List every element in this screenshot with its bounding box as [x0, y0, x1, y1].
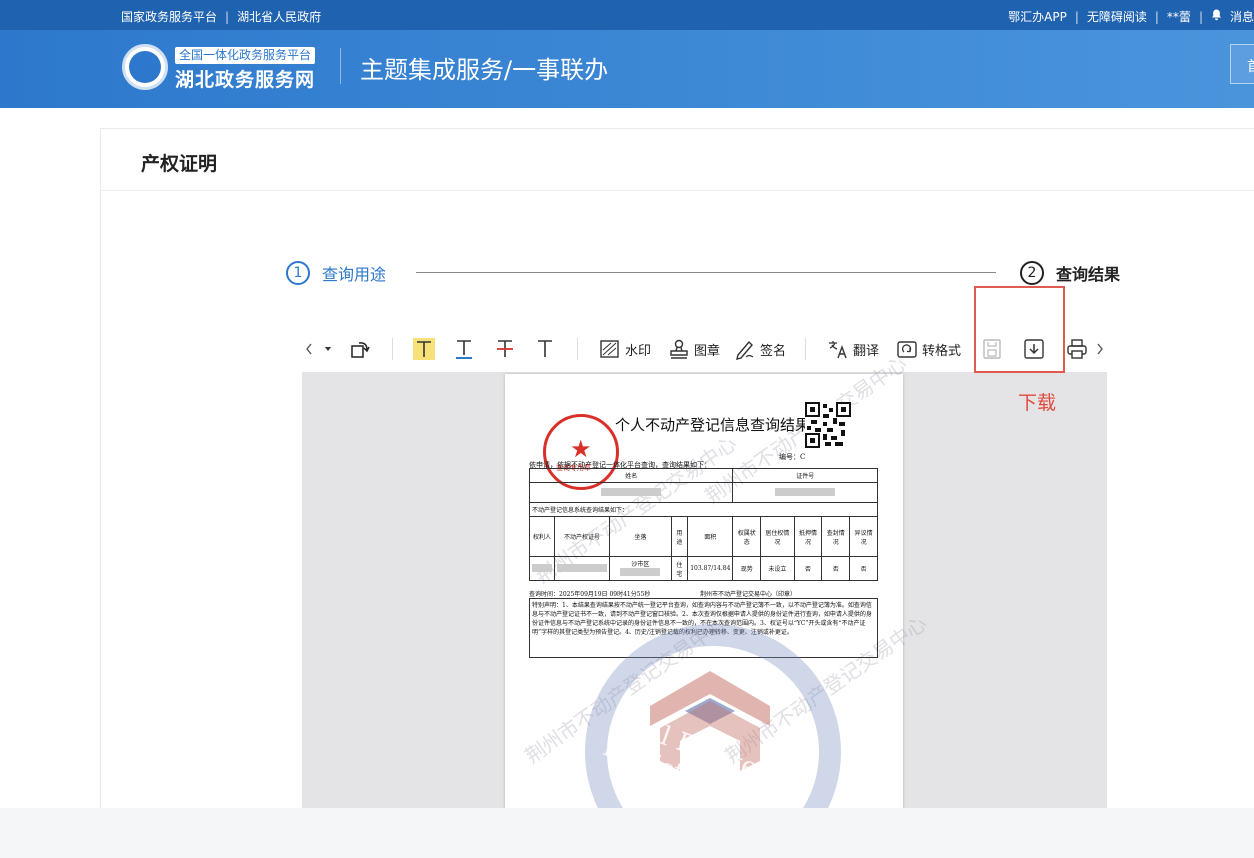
step-label: 查询结果: [1056, 265, 1121, 284]
name-cell: [528, 482, 734, 503]
chevron-left-icon[interactable]: [304, 336, 314, 362]
convert-label: 转格式: [922, 343, 962, 359]
step-number: 2: [1020, 261, 1044, 285]
rotate-icon[interactable]: [349, 336, 371, 362]
stamp-label: 图章: [694, 343, 721, 359]
issuing-center: 荆州市不动产登记交易中心（印章）: [700, 591, 797, 598]
table-header: 居住权情况: [760, 516, 795, 557]
download-annotation-label: 下载: [1018, 392, 1057, 414]
download-highlight-box: [974, 286, 1065, 373]
table-cell: 住宅: [670, 556, 689, 581]
watermark-label: 水印: [625, 343, 652, 359]
section-label: 不动产登记信息系统查询结果如下：: [529, 502, 878, 517]
table-cell: 103.87/14.84: [687, 556, 734, 581]
step-number: 1: [286, 261, 310, 285]
toolbar-separator: [577, 338, 578, 360]
stamp-button[interactable]: 图章: [668, 336, 720, 362]
emblem-icon: [129, 51, 161, 83]
site-header: 全国一体化政务服务平台 湖北政务服务网 主题集成服务/一事联办 首: [0, 30, 1254, 108]
table-cell: [554, 556, 610, 581]
document-title: 个人不动产登记信息查询结果: [615, 416, 811, 434]
header-right-button[interactable]: 首: [1230, 44, 1254, 84]
translate-button[interactable]: 翻译: [827, 336, 879, 362]
caret-down-icon[interactable]: [324, 336, 332, 362]
print-icon[interactable]: [1066, 336, 1088, 362]
star-icon: ★: [570, 435, 592, 463]
table-cell: 否: [849, 556, 878, 581]
underline-text-icon[interactable]: [453, 336, 475, 362]
location-text: 沙市区: [631, 561, 650, 568]
site-logo-emblem[interactable]: [122, 44, 168, 90]
redacted-block: [775, 487, 836, 496]
sign-label: 签名: [760, 343, 787, 359]
translate-icon: [829, 341, 847, 359]
pen-icon: [736, 340, 754, 360]
link-ehuiban-app[interactable]: 鄂汇办APP: [1008, 8, 1067, 25]
bell-icon[interactable]: [1211, 9, 1222, 24]
redacted-block: [532, 563, 552, 572]
table-cell: 否: [793, 556, 823, 581]
table-cell: 沙市区: [609, 556, 672, 581]
redacted-block: [601, 487, 662, 496]
qr-code-icon: [805, 402, 851, 448]
toolbar-separator: [805, 338, 806, 360]
table-cell: 现势: [732, 556, 762, 581]
logo-title[interactable]: 湖北政务服务网: [175, 65, 315, 92]
table-header: 不动产权证号: [554, 516, 610, 557]
separator: |: [1074, 9, 1079, 24]
highlight-text-icon[interactable]: [412, 336, 436, 362]
header-name: 姓名: [528, 468, 734, 483]
messages-link[interactable]: 消息: [1230, 8, 1254, 25]
header-divider: [340, 48, 341, 84]
id-cell: [732, 482, 878, 503]
page-heading: 主题集成服务/一事联办: [360, 56, 609, 84]
separator: |: [225, 9, 230, 24]
card-title: 产权证明: [141, 153, 218, 175]
link-national-platform[interactable]: 国家政务服务平台: [121, 8, 217, 25]
table-header: 面积: [687, 516, 734, 557]
top-bar: 国家政务服务平台 | 湖北省人民政府 鄂汇办APP | 无障碍阅读 | **蕾 …: [0, 0, 1254, 30]
step-query-purpose[interactable]: 1 查询用途: [286, 261, 386, 285]
stamp-icon: [670, 339, 688, 359]
link-hubei-government[interactable]: 湖北省人民政府: [237, 8, 321, 25]
document-page: 荆州市不动产登记交易中心 荆州市不动产登记交易中心 荆州市不动产登记交易中心 荆…: [505, 351, 931, 808]
text-tool-icon[interactable]: [534, 336, 556, 362]
step-label: 查询用途: [322, 265, 387, 284]
divider: [101, 190, 1254, 191]
document-number: 编号：C: [779, 453, 806, 461]
table-header: 权属状态: [732, 516, 762, 557]
query-time: 查询时间：2025年09月19日 09时41分55秒: [529, 591, 651, 598]
result-table: 姓名 证件号 不动产登记信息系统查询结果如下： 权利人 不动产权证号 坐落 用途…: [528, 468, 878, 581]
separator: |: [1198, 9, 1203, 24]
step-query-result[interactable]: 2 查询结果: [1020, 261, 1120, 285]
pdf-viewer: 水印 图章 签名 翻译 转格式 荆州市不动产登记交易中心 荆州市不动产登记交易中…: [302, 326, 1107, 808]
table-header: 权利人: [529, 516, 555, 557]
watermark-button[interactable]: 水印: [599, 336, 651, 362]
logo-subtitle: 全国一体化政务服务平台: [175, 47, 316, 64]
table-header: 抵押情况: [793, 516, 823, 557]
table-cell: 否: [821, 556, 851, 581]
table-header: 坐落: [609, 516, 672, 557]
step-connector: [416, 272, 996, 273]
chevron-right-icon[interactable]: [1095, 336, 1105, 362]
translate-label: 翻译: [853, 343, 880, 359]
redacted-block: [557, 563, 607, 572]
table-header: 查封情况: [821, 516, 851, 557]
toolbar-separator: [392, 338, 393, 360]
sign-button[interactable]: 签名: [734, 336, 786, 362]
footer-band: [0, 808, 1254, 858]
link-accessibility[interactable]: 无障碍阅读: [1087, 8, 1147, 25]
user-name[interactable]: **蕾: [1167, 8, 1191, 25]
separator: |: [1154, 9, 1159, 24]
watermark-icon: [600, 340, 619, 358]
table-cell: [529, 556, 555, 581]
table-header: 用途: [670, 516, 689, 557]
table-header: 异议情况: [849, 516, 878, 557]
strikethrough-text-icon[interactable]: [494, 336, 516, 362]
header-id: 证件号: [732, 468, 878, 483]
table-cell: 未设立: [760, 556, 795, 581]
convert-format-button[interactable]: 转格式: [896, 336, 961, 362]
redacted-block: [620, 568, 661, 576]
